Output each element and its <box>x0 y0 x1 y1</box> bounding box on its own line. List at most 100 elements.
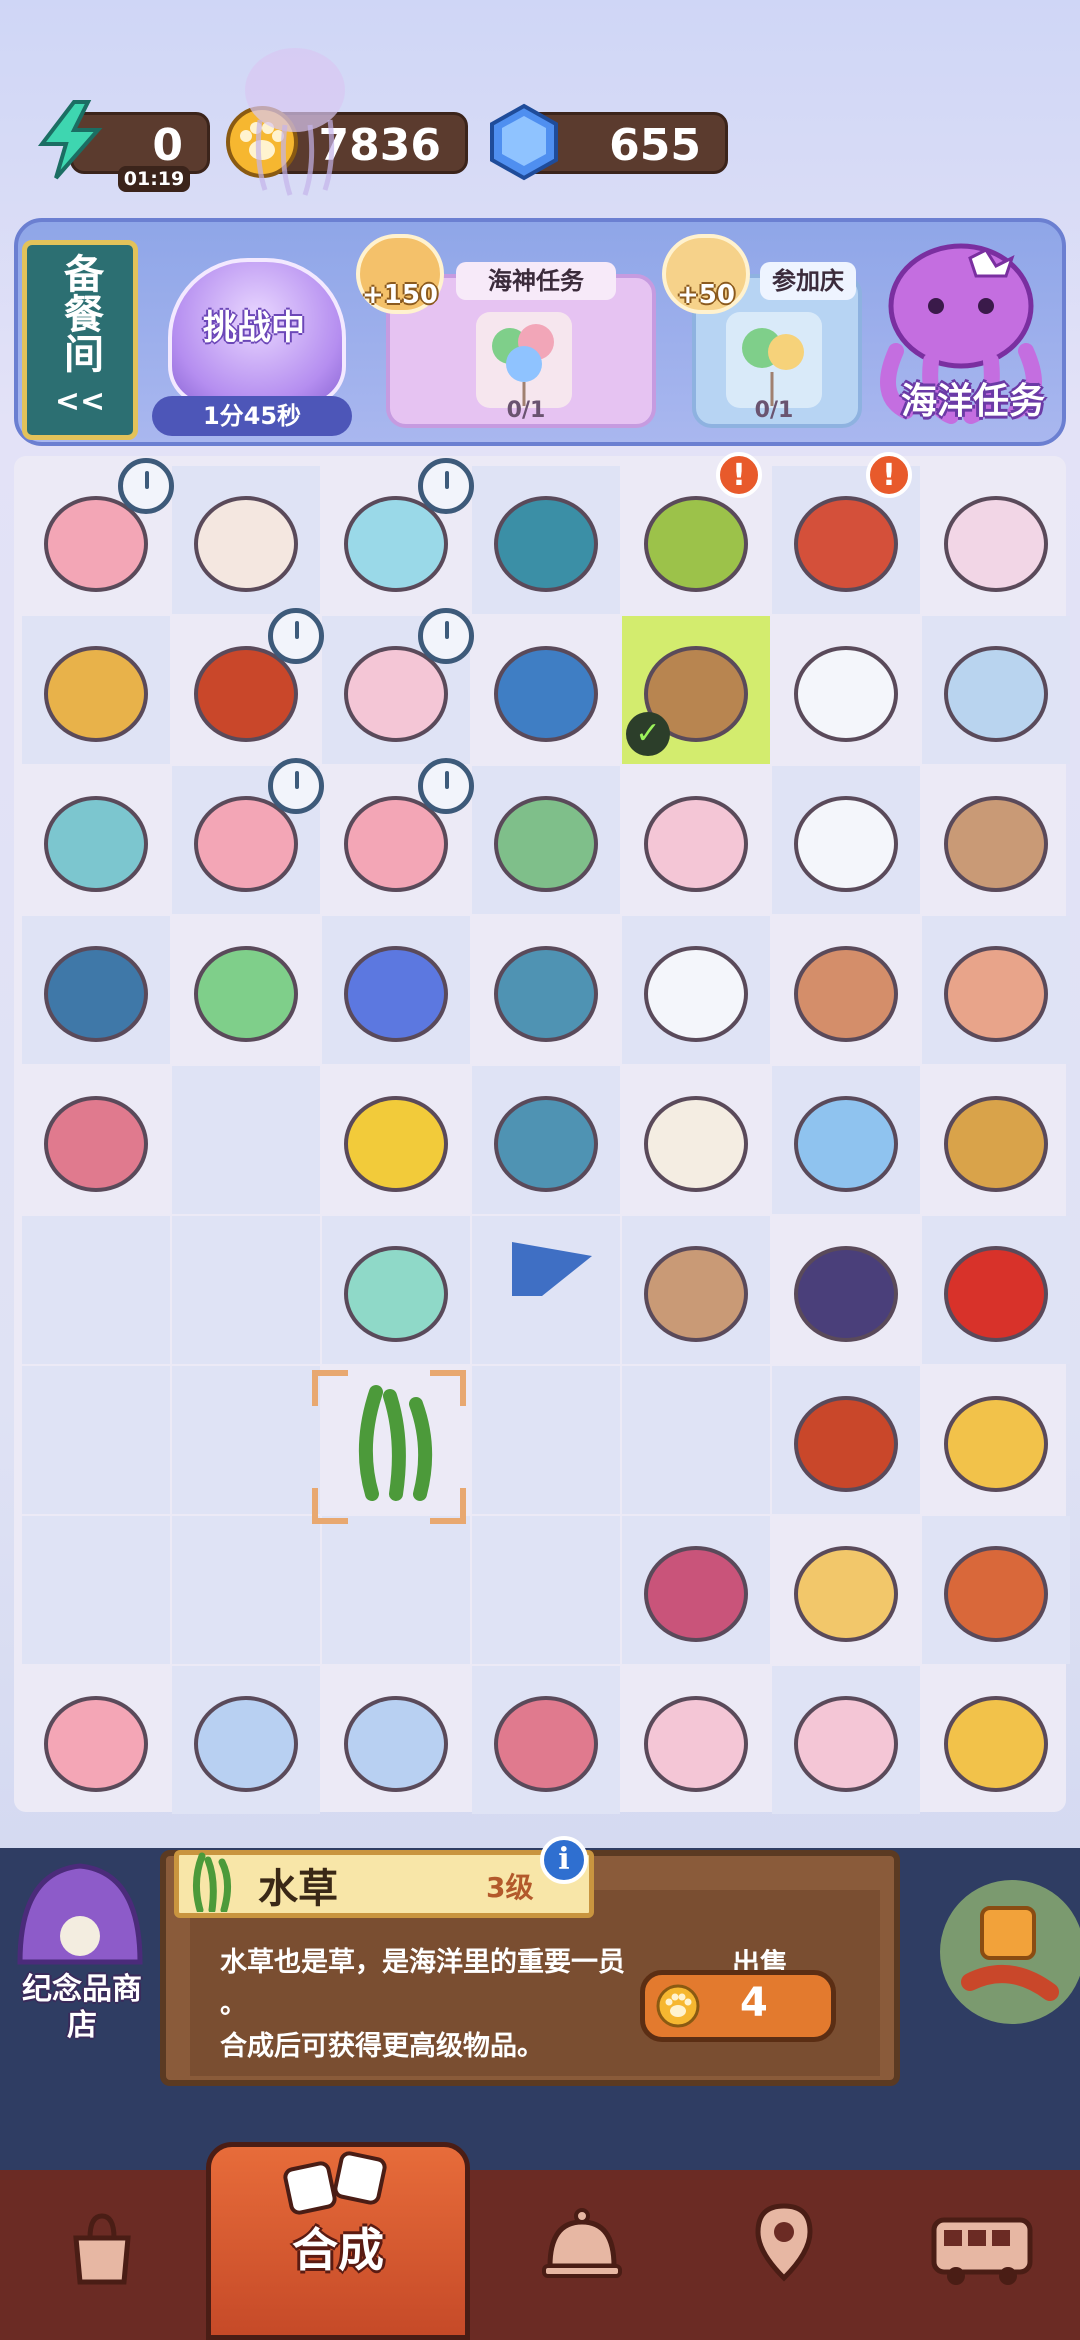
alert-icon: ! <box>716 452 762 498</box>
board-cell[interactable] <box>172 466 320 614</box>
board-cell-empty[interactable] <box>22 1216 170 1364</box>
red-apple-icon <box>944 1246 1048 1342</box>
board-cell-empty[interactable] <box>172 1516 320 1664</box>
board-cell[interactable] <box>922 916 1070 1064</box>
board-cell[interactable] <box>922 1666 1070 1814</box>
sausage-skewer-glow-icon <box>940 1880 1080 2024</box>
blue-bow-icon <box>794 1096 898 1192</box>
board-cell[interactable] <box>772 1366 920 1514</box>
balloons-icon <box>476 312 572 408</box>
merge-board: !! ✓ <box>14 452 1070 1814</box>
task-title: 参加庆 <box>760 262 856 300</box>
pink-bow-icon <box>944 946 1048 1042</box>
board-cell[interactable] <box>322 1216 470 1364</box>
merge-icon <box>283 2151 387 2215</box>
prep-room-label: 备餐间 <box>57 253 103 373</box>
board-cell[interactable] <box>322 1666 470 1814</box>
board-cell[interactable] <box>22 1666 170 1814</box>
board-cell[interactable] <box>22 616 170 764</box>
board-cell-empty[interactable] <box>172 1066 320 1214</box>
board-cell[interactable] <box>622 1516 770 1664</box>
board-cell[interactable] <box>922 1216 1070 1364</box>
item-description-line3: 合成后可获得更高级物品。 <box>220 2031 544 2062</box>
board-cell[interactable] <box>922 1066 1070 1214</box>
jellyfish-decoration-icon <box>245 48 345 196</box>
board-cell[interactable] <box>322 1066 470 1214</box>
backpack-icon <box>494 946 598 1042</box>
board-cell[interactable] <box>472 916 620 1064</box>
sundae-icon <box>194 1696 298 1792</box>
board-cell-empty[interactable] <box>172 1366 320 1514</box>
cake-house-icon <box>44 796 148 892</box>
board-cell[interactable] <box>472 1216 620 1364</box>
board-cell[interactable] <box>622 1216 770 1364</box>
board-cell[interactable] <box>922 1516 1070 1664</box>
board-cell[interactable] <box>622 916 770 1064</box>
board-cell-empty[interactable] <box>22 1516 170 1664</box>
shark-icon <box>494 646 598 742</box>
alert-icon: ! <box>866 452 912 498</box>
board-cell[interactable] <box>772 766 920 914</box>
board-cell[interactable] <box>622 1066 770 1214</box>
board-cell[interactable] <box>772 1216 920 1364</box>
item-level: 3级 <box>486 1871 534 1904</box>
parfait-icon <box>644 796 748 892</box>
teal-stage-icon <box>494 496 598 592</box>
pennant-flag-icon <box>512 1242 592 1296</box>
stopwatch-icon <box>418 758 474 814</box>
stopwatch-icon <box>418 458 474 514</box>
board-cell[interactable] <box>472 616 620 764</box>
castle-icon <box>944 496 1048 592</box>
board-cell-empty[interactable] <box>172 1216 320 1364</box>
board-cell[interactable] <box>22 766 170 914</box>
board-cell[interactable] <box>472 466 620 614</box>
board-cell[interactable] <box>772 1516 920 1664</box>
souvenir-shop-label: 纪念品商店 <box>22 1972 142 2043</box>
board-cell-empty[interactable] <box>472 1516 620 1664</box>
board-cell[interactable] <box>472 766 620 914</box>
task-progress: 0/1 <box>506 398 546 423</box>
board-cell[interactable] <box>922 1366 1070 1514</box>
board-cell[interactable] <box>322 916 470 1064</box>
gem-icon <box>490 103 558 181</box>
chevron-left-icon: << <box>54 384 106 419</box>
seaweed-small-icon <box>193 1852 231 1912</box>
board-cell[interactable] <box>622 1666 770 1814</box>
board-cell-empty[interactable] <box>322 1516 470 1664</box>
shell-shop-icon <box>17 1863 143 1965</box>
checkmark-icon: ✓ <box>626 712 670 756</box>
prep-room-tab[interactable]: 备餐间 << <box>22 240 138 440</box>
firecrackers-icon <box>794 1396 898 1492</box>
board-cell[interactable] <box>772 616 920 764</box>
board-cell[interactable] <box>22 916 170 1064</box>
roller-coaster-icon <box>44 946 148 1042</box>
board-cell[interactable] <box>772 1666 920 1814</box>
board-cell[interactable] <box>22 1066 170 1214</box>
board-cell-empty[interactable] <box>622 1366 770 1514</box>
parfait-icon <box>794 1696 898 1792</box>
board-cell-empty[interactable] <box>22 1366 170 1514</box>
gift-box-icon <box>944 1396 1048 1492</box>
nav-merge-label: 合成 <box>292 2223 384 2277</box>
board-cell[interactable] <box>472 1066 620 1214</box>
dolphin-ride-icon <box>44 1096 148 1192</box>
challenge-label: 挑战中 <box>203 308 305 348</box>
board-cell[interactable] <box>172 1666 320 1814</box>
board-cell[interactable] <box>622 766 770 914</box>
blue-stingray-icon <box>344 946 448 1042</box>
board-cell[interactable] <box>922 766 1070 914</box>
bunny-plush-icon <box>194 496 298 592</box>
board-cell[interactable] <box>472 1666 620 1814</box>
dolphin-ride-icon <box>494 1696 598 1792</box>
board-cell[interactable] <box>922 616 1070 764</box>
service-bell-icon <box>542 2208 622 2278</box>
board-cell[interactable] <box>772 1066 920 1214</box>
board-cell[interactable] <box>172 916 320 1064</box>
board-cell-empty[interactable] <box>472 1366 620 1514</box>
hair-clip-icon <box>794 946 898 1042</box>
info-icon[interactable]: i <box>540 1836 588 1884</box>
bag-icon <box>73 2213 131 2285</box>
board-cell[interactable] <box>772 916 920 1064</box>
carousel-icon <box>44 646 148 742</box>
board-cell[interactable] <box>922 466 1070 614</box>
